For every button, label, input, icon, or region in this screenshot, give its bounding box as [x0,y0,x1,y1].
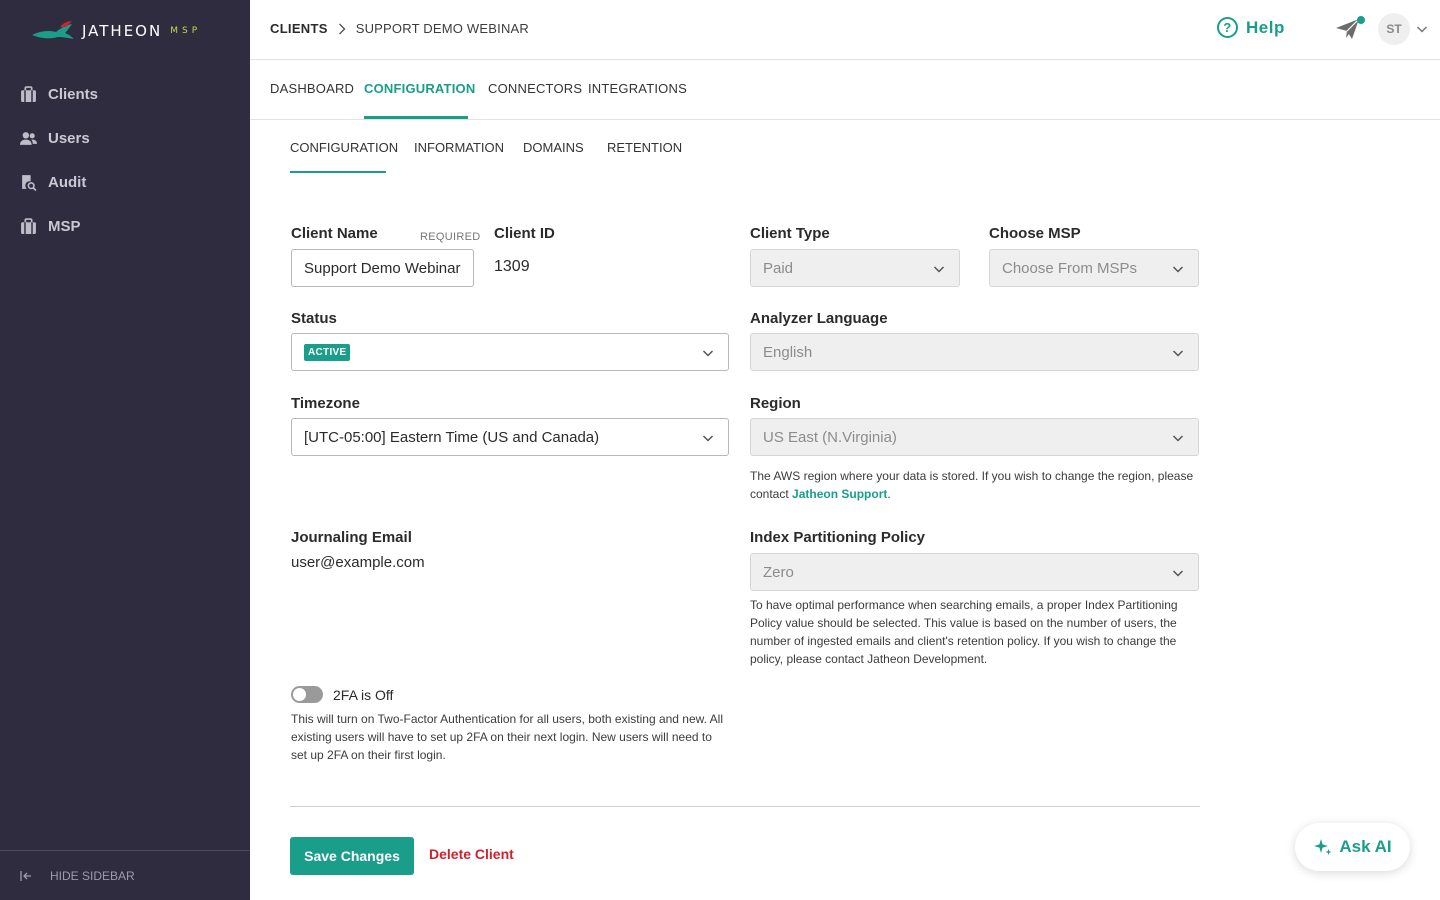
sidebar-item-label: Audit [48,173,87,191]
region-note-end: . [887,487,891,501]
sidebar: JATHEON MSP Clients Users Audit MSP HIDE… [0,0,250,900]
status-select[interactable]: ACTIVE [291,333,729,371]
sidebar-item-label: Clients [48,85,99,103]
sidebar-item-msp[interactable]: MSP [0,204,250,248]
jatheon-logo[interactable]: JATHEON MSP [30,18,201,44]
main-tabs: DASHBOARD CONFIGURATION CONNECTORS INTEG… [250,60,1440,120]
status-badge: ACTIVE [304,343,351,361]
sidebar-item-clients[interactable]: Clients [0,72,250,116]
hide-sidebar-label: HIDE SIDEBAR [50,868,135,883]
tab-connectors[interactable]: CONNECTORS [488,81,582,96]
briefcase-icon [21,85,36,102]
choose-msp-label: Choose MSP [989,225,1081,242]
hide-sidebar-button[interactable]: HIDE SIDEBAR [0,850,250,900]
required-label: REQUIRED [420,231,481,243]
sidebar-nav: Clients Users Audit MSP [0,72,250,248]
subtab-retention[interactable]: RETENTION [607,140,682,155]
audit-icon [22,174,37,191]
briefcase-icon [21,217,36,234]
region-note: The AWS region where your data is stored… [750,467,1200,503]
chevron-down-icon[interactable] [1416,23,1428,35]
analyzer-language-value: English [763,343,813,361]
help-label: Help [1246,17,1285,37]
client-id-value: 1309 [494,258,530,275]
analyzer-language-label: Analyzer Language [750,310,888,327]
ask-ai-label: Ask AI [1339,837,1392,856]
chevron-down-icon [702,350,714,357]
subtab-configuration[interactable]: CONFIGURATION [290,140,398,155]
index-policy-value: Zero [763,563,794,581]
chevron-down-icon [1172,350,1184,357]
twofa-toggle[interactable] [291,686,323,703]
index-policy-label: Index Partitioning Policy [750,529,926,546]
client-name-label: Client Name [291,225,378,242]
jatheon-support-link[interactable]: Jatheon Support [792,487,887,501]
tab-configuration[interactable]: CONFIGURATION [364,81,475,96]
breadcrumb: CLIENTS SUPPORT DEMO WEBINAR [270,21,529,36]
notification-dot [1357,16,1365,24]
delete-client-button[interactable]: Delete Client [429,846,514,862]
collapse-left-icon [20,870,31,881]
timezone-label: Timezone [291,395,360,412]
save-changes-button[interactable]: Save Changes [290,837,414,875]
help-icon: ? [1217,17,1238,38]
active-subtab-indicator [290,171,386,173]
region-select[interactable]: US East (N.Virginia) [750,418,1199,456]
sidebar-item-label: MSP [48,217,81,235]
index-policy-select[interactable]: Zero [750,553,1199,591]
client-type-select[interactable]: Paid [750,249,960,287]
status-label: Status [291,310,337,327]
timezone-value: [UTC-05:00] Eastern Time (US and Canada) [304,428,600,446]
breadcrumb-clients-link[interactable]: CLIENTS [270,21,328,36]
chevron-right-icon [338,23,346,34]
chevron-down-icon [1172,266,1184,273]
index-policy-note: To have optimal performance when searchi… [750,598,1178,666]
sidebar-item-audit[interactable]: Audit [0,160,250,204]
sparkle-icon [1314,839,1332,855]
client-name-value: Support Demo Webinar [304,259,461,277]
choose-msp-select[interactable]: Choose From MSPs [989,249,1199,287]
chevron-down-icon [1172,570,1184,577]
users-icon [20,131,37,145]
client-type-label: Client Type [750,225,830,242]
logo-mark-icon [32,21,74,39]
sidebar-item-users[interactable]: Users [0,116,250,160]
subtab-domains[interactable]: DOMAINS [523,140,584,155]
journaling-email-value: user@example.com [291,554,425,571]
chevron-down-icon [1172,435,1184,442]
choose-msp-placeholder: Choose From MSPs [1002,259,1138,277]
breadcrumb-current: SUPPORT DEMO WEBINAR [355,21,529,36]
analyzer-language-select[interactable]: English [750,333,1199,371]
form-divider [290,806,1200,807]
timezone-select[interactable]: [UTC-05:00] Eastern Time (US and Canada) [291,418,729,456]
client-type-value: Paid [763,259,794,277]
help-button[interactable]: ? Help [1217,17,1285,38]
twofa-note: This will turn on Two-Factor Authenticat… [291,712,723,762]
brand-sub: MSP [170,26,202,36]
journaling-email-label: Journaling Email [291,529,412,546]
subtab-information[interactable]: INFORMATION [414,140,504,155]
avatar[interactable]: ST [1378,13,1410,45]
brand-name: JATHEON [82,22,163,40]
client-id-label: Client ID [494,225,555,242]
chevron-down-icon [933,266,945,273]
sidebar-item-label: Users [48,129,90,147]
active-tab-indicator [364,116,468,119]
tab-integrations[interactable]: INTEGRATIONS [588,81,687,96]
top-header: CLIENTS SUPPORT DEMO WEBINAR ? Help ST [250,0,1440,60]
ask-ai-button[interactable]: Ask AI [1295,823,1410,871]
tab-dashboard[interactable]: DASHBOARD [270,81,354,96]
client-name-input[interactable]: Support Demo Webinar [291,249,474,287]
twofa-label: 2FA is Off [333,687,394,703]
chevron-down-icon [702,435,714,442]
toggle-knob [293,688,306,701]
region-value: US East (N.Virginia) [763,428,897,446]
region-label: Region [750,395,801,412]
